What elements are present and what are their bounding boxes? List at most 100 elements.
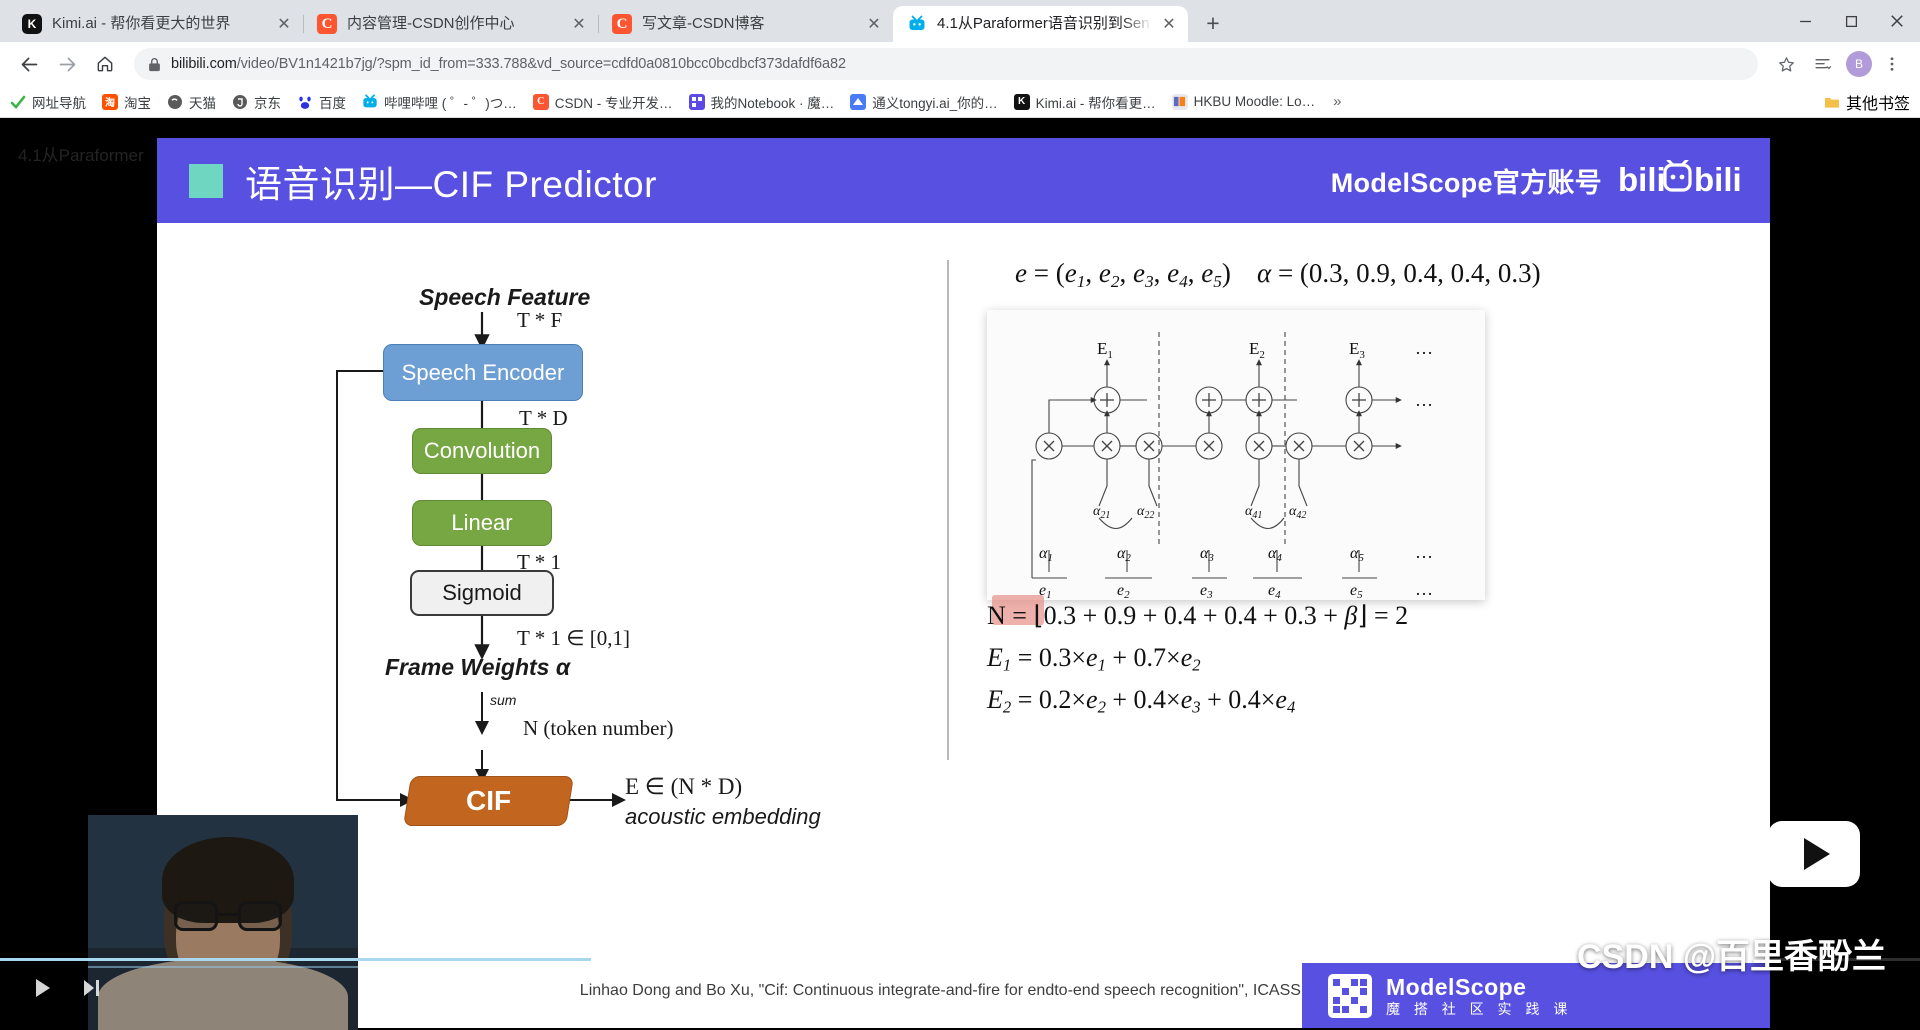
slide-banner: 语音识别—CIF Predictor ModelScope官方账号 bili b… [157, 138, 1770, 223]
back-icon[interactable] [12, 47, 46, 81]
block-label: Linear [451, 510, 513, 535]
svg-text:…: … [1415, 542, 1433, 562]
modelscope-account-label: ModelScope官方账号 [1330, 168, 1602, 198]
tab-csdn-write[interactable]: C 写文章-CSDN博客 ✕ [598, 6, 893, 42]
close-icon[interactable]: ✕ [863, 13, 885, 35]
tab-title: 内容管理-CSDN创作中心 [347, 15, 515, 32]
svg-text:…: … [1415, 338, 1433, 358]
block-convolution: Convolution [412, 428, 552, 474]
csdn-watermark: CSDN @百里香酚兰 [1577, 938, 1886, 976]
graph-drawing: E1 E2 E3 … … α21 α22 α41 α42 α1 α2 α3 α4… [1031, 332, 1433, 600]
star-icon[interactable] [1770, 48, 1802, 80]
e1-formula: E1 = 0.3×e1 + 0.7×e2 [987, 643, 1201, 675]
csdn-icon: C [532, 93, 549, 110]
svg-text:bili: bili [1618, 161, 1666, 198]
bookmark-label: 淘宝 [124, 95, 151, 111]
new-tab-button[interactable]: + [1196, 6, 1230, 40]
minimize-button[interactable] [1782, 0, 1828, 42]
svg-text:bili: bili [1694, 161, 1742, 198]
close-window-button[interactable] [1874, 0, 1920, 42]
url-text: bilibili.com/video/BV1n1421b7jg/?spm_id_… [171, 56, 846, 72]
video-player[interactable]: 4.1从Paraformer 语音识别—CIF Predictor ModelS… [0, 121, 1920, 1030]
svg-text:e5: e5 [1350, 582, 1363, 600]
vertical-divider [947, 260, 949, 760]
tab-title: 4.1从Paraformer语音识别到Sen [937, 15, 1150, 32]
svg-text:α5: α5 [1350, 545, 1364, 564]
bookmark-item-taobao[interactable]: 淘 淘宝 [102, 92, 151, 112]
tab-kimi[interactable]: K Kimi.ai - 帮你看更大的世界 ✕ [8, 6, 303, 42]
acoustic-embedding-label: acoustic embedding [625, 804, 821, 829]
tab-csdn-content-manage[interactable]: C 内容管理-CSDN创作中心 ✕ [303, 6, 598, 42]
other-bookmarks-button[interactable]: 其他书签 [1824, 90, 1910, 114]
reading-list-icon[interactable] [1806, 48, 1838, 80]
play-badge-icon[interactable] [1768, 821, 1860, 887]
bookmark-label: 百度 [319, 95, 346, 111]
close-icon[interactable]: ✕ [1158, 13, 1180, 35]
block-sigmoid: Sigmoid [410, 570, 554, 616]
svg-text:…: … [1415, 579, 1433, 599]
svg-text:e4: e4 [1268, 582, 1281, 600]
play-icon[interactable] [26, 971, 60, 1005]
bookmark-item-bilibili[interactable]: 哔哩哔哩 ( ゜- ゜)つ… [362, 92, 517, 112]
bookmark-label: 我的Notebook · 魔… [710, 95, 835, 111]
frame-weights-label: Frame Weights α [385, 654, 571, 680]
bookmark-item-nav[interactable]: 网址导航 [10, 92, 86, 112]
svg-text:α4: α4 [1268, 545, 1282, 564]
block-label: Convolution [423, 438, 541, 463]
block-linear: Linear [412, 500, 552, 546]
close-icon[interactable]: ✕ [273, 13, 295, 35]
tab-bilibili-video[interactable]: 4.1从Paraformer语音识别到Sen ✕ [893, 6, 1188, 42]
kimi-icon: K [22, 14, 42, 34]
svg-text:α2: α2 [1117, 545, 1131, 564]
forward-icon[interactable] [50, 47, 84, 81]
svg-text:…: … [1415, 390, 1433, 410]
e2-formula: E2 = 0.2×e2 + 0.4×e3 + 0.4×e4 [987, 685, 1296, 717]
cif-accumulation-graph: E1 E2 E3 … … α21 α22 α41 α42 α1 α2 α3 α4… [987, 310, 1485, 600]
baidu-icon [297, 94, 313, 110]
moodle-icon [1171, 93, 1188, 110]
bookmark-item-jd[interactable]: 京东 [232, 92, 281, 112]
address-bar[interactable]: bilibili.com/video/BV1n1421b7jg/?spm_id_… [134, 48, 1758, 80]
csdn-icon: C [317, 14, 337, 34]
bookmark-item-kimi[interactable]: K Kimi.ai - 帮你看更… [1013, 92, 1156, 112]
home-icon[interactable] [88, 47, 122, 81]
dim-t-f: T * F [517, 308, 563, 332]
next-icon[interactable] [74, 971, 108, 1005]
cif-math-panel: e = (e1, e2, e3, e4, e5) α = (0.3, 0.9, … [987, 258, 1747, 878]
bookmarks-overflow-button[interactable]: » [1333, 93, 1341, 110]
folder-icon [1824, 94, 1840, 110]
speech-feature-label: Speech Feature [419, 284, 591, 310]
close-icon[interactable]: ✕ [568, 13, 590, 35]
bookmark-item-tmall[interactable]: 天猫 [167, 92, 216, 112]
bookmark-label: 京东 [254, 95, 281, 111]
banner-branding: ModelScope官方账号 bili bili [1331, 138, 1748, 223]
dim-t-1-range: T * 1 ∈ [0,1] [517, 626, 630, 650]
bookmark-item-notebook[interactable]: 我的Notebook · 魔… [688, 92, 835, 112]
url-host: bilibili.com [171, 56, 237, 72]
svg-text:α42: α42 [1289, 504, 1306, 521]
token-number-label: N (token number) [523, 716, 674, 740]
block-speech-encoder: Speech Encoder [383, 344, 583, 401]
block-label: CIF [465, 785, 512, 816]
bookmarks-bar: 网址导航 淘 淘宝 天猫 京东 百度 哔哩哔哩 (゜- ゜)つ… C CSDN… [0, 86, 1920, 118]
bookmark-item-baidu[interactable]: 百度 [297, 92, 346, 112]
bookmark-item-csdn[interactable]: C CSDN - 专业开发… [532, 92, 673, 112]
more-vertical-icon[interactable] [1876, 48, 1908, 80]
sum-label: sum [490, 692, 517, 708]
toolbar-right-actions: B [1766, 48, 1908, 80]
maximize-button[interactable] [1828, 0, 1874, 42]
bookmark-item-tongyi[interactable]: 通义tongyi.ai_你的… [850, 92, 998, 112]
bookmark-item-moodle[interactable]: HKBU Moodle: Lo… [1171, 93, 1315, 110]
svg-text:α21: α21 [1093, 504, 1110, 521]
notebook-icon [688, 93, 705, 110]
presenter-glasses [174, 901, 283, 931]
tab-strip: K Kimi.ai - 帮你看更大的世界 ✕ C 内容管理-CSDN创作中心 ✕… [0, 0, 1920, 42]
svg-text:α1: α1 [1039, 545, 1053, 564]
slide-frame: 语音识别—CIF Predictor ModelScope官方账号 bili b… [157, 138, 1770, 1028]
svg-text:E3: E3 [1349, 339, 1365, 361]
slide-title: 语音识别—CIF Predictor [245, 163, 657, 205]
avatar[interactable]: B [1846, 51, 1872, 77]
bookmark-label: Kimi.ai - 帮你看更… [1035, 95, 1156, 111]
block-label: Speech Encoder [401, 359, 565, 385]
jd-icon [232, 94, 248, 110]
